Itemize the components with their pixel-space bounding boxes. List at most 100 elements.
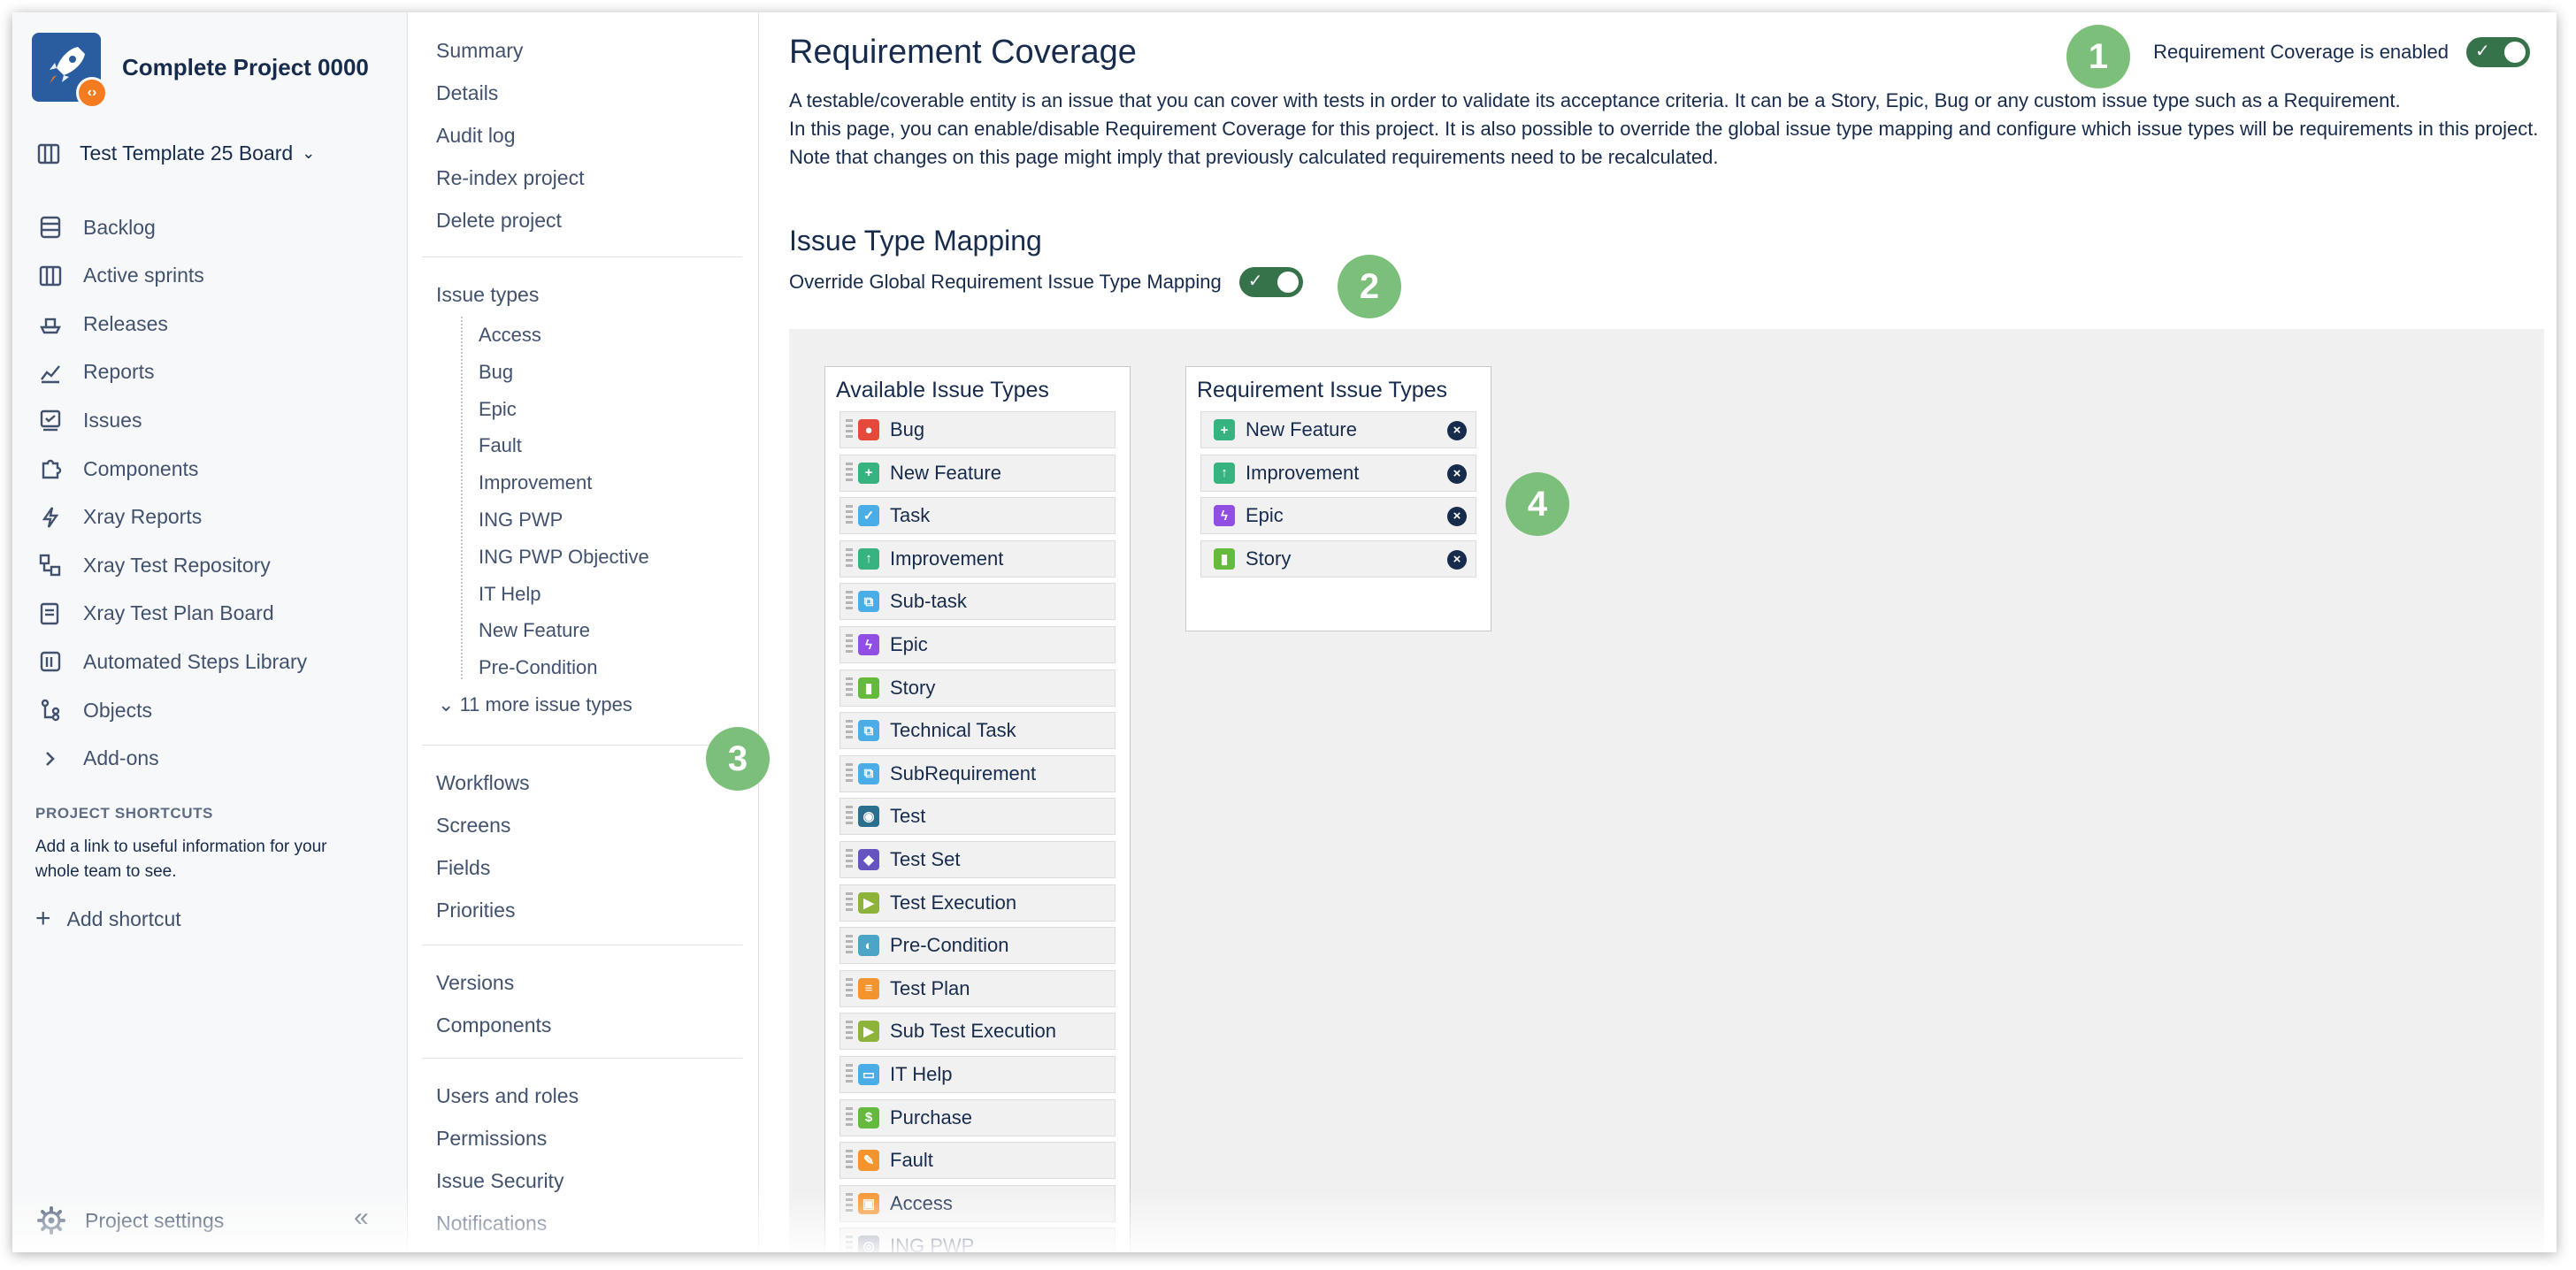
drag-handle-icon[interactable]: [846, 1021, 853, 1043]
available-issue-type-technical-task[interactable]: ⧉ Technical Task: [840, 712, 1116, 750]
sidebar-item-xray-reports[interactable]: Xray Reports: [37, 504, 202, 531]
remove-icon[interactable]: ×: [1447, 549, 1467, 570]
available-issue-type-purchase[interactable]: $ Purchase: [840, 1098, 1116, 1136]
available-issue-type-task[interactable]: ✓ Task: [840, 497, 1116, 535]
nav-issue-type-pre-condition[interactable]: Pre-Condition: [479, 656, 598, 679]
nav-issue-type-epic[interactable]: Epic: [479, 398, 517, 421]
available-issue-type-test[interactable]: ◉ Test: [840, 798, 1116, 836]
remove-icon[interactable]: ×: [1447, 463, 1467, 484]
drag-handle-icon[interactable]: [846, 1236, 853, 1252]
drag-handle-icon[interactable]: [846, 1106, 853, 1128]
available-issue-type-story[interactable]: ▮ Story: [840, 669, 1116, 707]
drag-handle-icon[interactable]: [846, 505, 853, 527]
drag-handle-icon[interactable]: [846, 720, 853, 742]
board-selector[interactable]: Test Template 25 Board ⌄: [37, 142, 315, 165]
sidebar-item-active-sprints[interactable]: Active sprints: [37, 263, 204, 289]
requirement-issue-type-epic[interactable]: ϟ Epic ×: [1200, 497, 1476, 535]
available-issue-type-new-feature[interactable]: + New Feature: [840, 454, 1116, 492]
available-issue-type-sub-test-execution[interactable]: ▶ Sub Test Execution: [840, 1013, 1116, 1051]
collapse-sidebar-icon[interactable]: «: [354, 1203, 369, 1233]
available-issue-type-bug[interactable]: ● Bug: [840, 411, 1116, 448]
available-issue-type-epic[interactable]: ϟ Epic: [840, 626, 1116, 663]
sidebar-item-automated-steps-library[interactable]: Automated Steps Library: [37, 648, 307, 675]
project-settings-link[interactable]: Project settings: [37, 1206, 224, 1235]
drag-handle-icon[interactable]: [846, 806, 853, 828]
sidebar-item-backlog[interactable]: Backlog: [37, 214, 156, 241]
divider: [422, 1058, 742, 1059]
drag-handle-icon[interactable]: [846, 547, 853, 570]
available-issue-type-ing-pwp[interactable]: ◎ ING PWP: [840, 1228, 1116, 1252]
nav-delete-project[interactable]: Delete project: [436, 209, 562, 233]
override-toggle[interactable]: ✓: [1238, 267, 1303, 297]
available-issue-type-it-help[interactable]: ▭ IT Help: [840, 1056, 1116, 1093]
nav-issue-type-bug[interactable]: Bug: [479, 361, 513, 384]
sidebar-item-add-ons[interactable]: Add-ons: [37, 746, 159, 772]
drag-handle-icon[interactable]: [846, 935, 853, 957]
nav-re-index-project[interactable]: Re-index project: [436, 166, 584, 190]
available-issue-type-test-set[interactable]: ◆ Test Set: [840, 841, 1116, 878]
remove-icon[interactable]: ×: [1447, 421, 1467, 440]
sidebar-item-objects[interactable]: Objects: [37, 697, 152, 723]
available-issue-type-pre-condition[interactable]: ◐ Pre-Condition: [840, 927, 1116, 965]
drag-handle-icon[interactable]: [846, 419, 853, 440]
drag-handle-icon[interactable]: [846, 1192, 853, 1214]
sidebar-item-reports[interactable]: Reports: [37, 359, 155, 386]
sidebar-item-label: Automated Steps Library: [83, 649, 308, 673]
available-issue-type-access[interactable]: ▣ Access: [840, 1184, 1116, 1222]
add-shortcut-link[interactable]: + Add shortcut: [35, 904, 181, 934]
available-issue-type-test-plan[interactable]: ≡ Test Plan: [840, 969, 1116, 1007]
nav-fields[interactable]: Fields: [436, 856, 490, 880]
sidebar-item-components[interactable]: Components: [37, 455, 198, 482]
nav-issue-type-ing-pwp-objective[interactable]: ING PWP Objective: [479, 546, 649, 569]
nav-issue-type-ing-pwp[interactable]: ING PWP: [479, 509, 563, 532]
nav-components[interactable]: Components: [436, 1014, 551, 1037]
requirement-issue-type-story[interactable]: ▮ Story ×: [1200, 539, 1476, 578]
drag-handle-icon[interactable]: [846, 891, 853, 914]
sidebar-item-label: Releases: [83, 311, 168, 335]
available-issue-type-fault[interactable]: ✎ Fault: [840, 1142, 1116, 1180]
nav-priorities[interactable]: Priorities: [436, 899, 515, 922]
project-header[interactable]: ‹› Complete Project 0000: [32, 32, 369, 109]
sidebar-item-xray-test-plan-board[interactable]: Xray Test Plan Board: [37, 601, 274, 627]
drag-handle-icon[interactable]: [846, 462, 853, 484]
available-issue-type-improvement[interactable]: ↑ Improvement: [840, 539, 1116, 578]
nav-issue-type-access[interactable]: Access: [479, 324, 541, 347]
drag-handle-icon[interactable]: [846, 591, 853, 613]
drag-handle-icon[interactable]: [846, 1064, 853, 1085]
sidebar-item-xray-test-repository[interactable]: Xray Test Repository: [37, 552, 271, 578]
available-issue-type-sub-task[interactable]: ⧉ Sub-task: [840, 583, 1116, 621]
sidebar-item-releases[interactable]: Releases: [37, 310, 168, 337]
nav-users-and-roles[interactable]: Users and roles: [436, 1084, 579, 1108]
nav-issue-type-it-help[interactable]: IT Help: [479, 583, 541, 606]
nav-notifications[interactable]: Notifications: [436, 1212, 547, 1236]
nav-screens[interactable]: Screens: [436, 814, 510, 838]
nav-issue-type-fault[interactable]: Fault: [479, 434, 522, 457]
nav-issue-security[interactable]: Issue Security: [436, 1169, 564, 1193]
nav-permissions[interactable]: Permissions: [436, 1127, 547, 1151]
drag-handle-icon[interactable]: [846, 677, 853, 699]
drag-handle-icon[interactable]: [846, 634, 853, 655]
available-issue-type-test-execution[interactable]: ▶ Test Execution: [840, 884, 1116, 922]
requirement-issue-type-new-feature[interactable]: + New Feature ×: [1200, 411, 1476, 448]
coverage-toggle[interactable]: ✓: [2466, 37, 2530, 67]
nav-workflows[interactable]: Workflows: [436, 771, 530, 795]
drag-handle-icon[interactable]: [846, 1150, 853, 1172]
app-window: ‹› Complete Project 0000 Test Template 2…: [12, 12, 2557, 1252]
chart-icon: [37, 359, 64, 386]
nav-issue-type-new-feature[interactable]: New Feature: [479, 619, 590, 642]
sidebar-item-issues[interactable]: Issues: [37, 407, 142, 433]
available-issue-type-subrequirement[interactable]: ⧉ SubRequirement: [840, 754, 1116, 792]
nav-issue-types[interactable]: Issue types: [436, 283, 539, 307]
nav-audit-log[interactable]: Audit log: [436, 124, 516, 148]
more-issue-types-toggle[interactable]: ⌄ 11 more issue types: [438, 693, 632, 716]
remove-icon[interactable]: ×: [1447, 507, 1467, 527]
nav-issue-type-improvement[interactable]: Improvement: [479, 471, 592, 494]
nav-summary[interactable]: Summary: [436, 39, 523, 63]
nav-versions[interactable]: Versions: [436, 971, 514, 995]
sub-task-type-icon: ⧉: [858, 591, 879, 613]
drag-handle-icon[interactable]: [846, 849, 853, 870]
nav-details[interactable]: Details: [436, 81, 498, 105]
drag-handle-icon[interactable]: [846, 762, 853, 784]
drag-handle-icon[interactable]: [846, 977, 853, 999]
requirement-issue-type-improvement[interactable]: ↑ Improvement ×: [1200, 454, 1476, 492]
